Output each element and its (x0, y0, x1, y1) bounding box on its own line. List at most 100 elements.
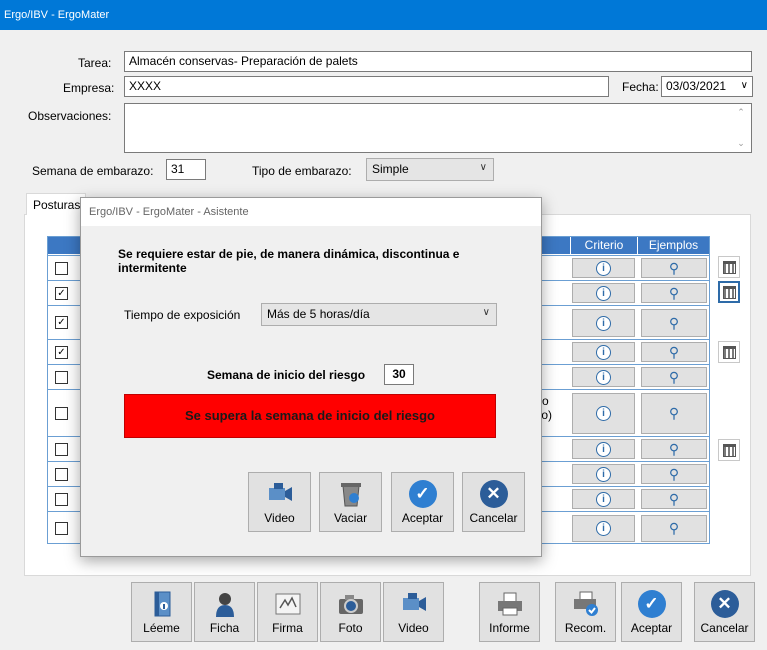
row-checkbox[interactable] (55, 493, 68, 506)
chevron-down-icon[interactable]: ∨ (741, 80, 748, 91)
informe-button[interactable]: Informe (479, 582, 540, 642)
criterio-button[interactable]: i (572, 258, 635, 278)
exposure-label: Tiempo de exposición (124, 308, 241, 322)
row-checkbox[interactable] (55, 522, 68, 535)
calendar-icon[interactable] (718, 439, 740, 461)
ejemplos-button[interactable]: ⚲ (641, 309, 707, 337)
criterio-button[interactable]: i (572, 439, 635, 459)
row-checkbox-checked[interactable]: ✓ (55, 287, 68, 300)
info-icon: i (596, 369, 611, 385)
chevron-down-icon: ∨ (482, 307, 490, 318)
tarea-field[interactable]: Almacén conservas- Preparación de palets (124, 51, 752, 72)
row-checkbox[interactable] (55, 468, 68, 481)
ejemplos-button[interactable]: ⚲ (641, 258, 707, 278)
magnifier-icon: ⚲ (668, 314, 680, 331)
info-icon: i (596, 344, 611, 360)
cancelar-label: Cancelar (700, 621, 749, 635)
video-button[interactable]: Video (383, 582, 444, 642)
ejemplos-button[interactable]: ⚲ (641, 393, 707, 434)
close-icon: ✕ (479, 480, 508, 508)
semana-label: Semana de embarazo: (32, 164, 154, 178)
dialog-video-button[interactable]: Video (248, 472, 311, 532)
recom-label: Recom. (564, 621, 607, 635)
criterio-button[interactable]: i (572, 489, 635, 509)
firma-button[interactable]: Firma (257, 582, 318, 642)
calendar-icon[interactable] (718, 256, 740, 278)
risk-alert-banner: Se supera la semana de inicio del riesgo (124, 394, 496, 438)
dialog-question: Se requiere estar de pie, de manera diná… (118, 247, 460, 275)
criterio-button[interactable]: i (572, 342, 635, 362)
ejemplos-button[interactable]: ⚲ (641, 342, 707, 362)
leeme-label: Léeme (143, 621, 180, 635)
tarea-label: Tarea: (78, 56, 112, 70)
semana-field[interactable]: 31 (166, 159, 206, 180)
ejemplos-button[interactable]: ⚲ (641, 464, 707, 484)
calendar-icon[interactable] (718, 281, 740, 303)
row-checkbox[interactable] (55, 443, 68, 456)
info-icon: i (596, 466, 611, 482)
ficha-button[interactable]: Ficha (194, 582, 255, 642)
observaciones-field[interactable] (124, 103, 752, 153)
magnifier-icon: ⚲ (668, 343, 680, 360)
row-checkbox[interactable] (55, 407, 68, 420)
criterio-button[interactable]: i (572, 283, 635, 303)
info-icon: i (596, 315, 611, 331)
print-check-icon (573, 591, 598, 616)
dialog-aceptar-button[interactable]: ✓ Aceptar (391, 472, 454, 532)
criterio-button[interactable]: i (572, 464, 635, 484)
signature-icon (275, 593, 300, 615)
grid-header-ejemplos: Ejemplos (637, 237, 709, 254)
fecha-label: Fecha: (622, 80, 659, 94)
criterio-button[interactable]: i (572, 367, 635, 387)
empresa-label: Empresa: (63, 81, 115, 95)
aceptar-label: Aceptar (630, 621, 673, 635)
row-checkbox-checked[interactable]: ✓ (55, 316, 68, 329)
scroll-down-icon[interactable]: ⌄ (733, 138, 749, 149)
foto-button[interactable]: Foto (320, 582, 381, 642)
trash-icon (340, 483, 361, 507)
aceptar-button[interactable]: ✓ Aceptar (621, 582, 682, 642)
chevron-down-icon: ∨ (479, 162, 487, 173)
readme-icon (154, 591, 170, 617)
ejemplos-button[interactable]: ⚲ (641, 489, 707, 509)
row-checkbox-checked[interactable]: ✓ (55, 346, 68, 359)
tipo-select[interactable]: Simple ∨ (366, 158, 494, 181)
risk-week-field: 30 (384, 364, 414, 385)
exposure-select[interactable]: Más de 5 horas/día ∨ (261, 303, 497, 326)
dialog-cancelar-button[interactable]: ✕ Cancelar (462, 472, 525, 532)
magnifier-icon: ⚲ (668, 259, 680, 276)
criterio-button[interactable]: i (572, 393, 635, 434)
magnifier-icon: ⚲ (668, 368, 680, 385)
fecha-picker[interactable]: 03/03/2021 ∨ (661, 76, 753, 97)
dialog-titlebar: Ergo/IBV - ErgoMater - Asistente (81, 198, 541, 226)
info-icon: i (596, 406, 611, 421)
ejemplos-button[interactable]: ⚲ (641, 439, 707, 459)
empresa-field[interactable]: XXXX (124, 76, 609, 97)
scroll-up-icon[interactable]: ⌃ (733, 107, 749, 118)
info-icon: i (596, 285, 611, 301)
fecha-value: 03/03/2021 (666, 79, 727, 93)
calendar-icon[interactable] (718, 341, 740, 363)
ejemplos-button[interactable]: ⚲ (641, 367, 707, 387)
dialog-video-label: Video (264, 511, 295, 525)
recom-button[interactable]: Recom. (555, 582, 616, 642)
criterio-button[interactable]: i (572, 309, 635, 337)
dialog-cancelar-label: Cancelar (469, 511, 518, 525)
check-icon: ✓ (637, 590, 666, 618)
video-camera-icon (402, 593, 426, 611)
ejemplos-button[interactable]: ⚲ (641, 515, 707, 542)
row-checkbox[interactable] (55, 262, 68, 275)
ejemplos-button[interactable]: ⚲ (641, 283, 707, 303)
info-icon: i (596, 491, 611, 507)
vaciar-button[interactable]: Vaciar (319, 472, 382, 532)
info-icon: i (596, 260, 611, 276)
foto-label: Foto (338, 621, 363, 635)
dialog-aceptar-label: Aceptar (401, 511, 444, 525)
criterio-button[interactable]: i (572, 515, 635, 542)
cancelar-button[interactable]: ✕ Cancelar (694, 582, 755, 642)
tab-posturas[interactable]: Posturas (26, 193, 86, 215)
leeme-button[interactable]: Léeme (131, 582, 192, 642)
row-checkbox[interactable] (55, 371, 68, 384)
tipo-label: Tipo de embarazo: (252, 164, 352, 178)
informe-label: Informe (489, 621, 530, 635)
